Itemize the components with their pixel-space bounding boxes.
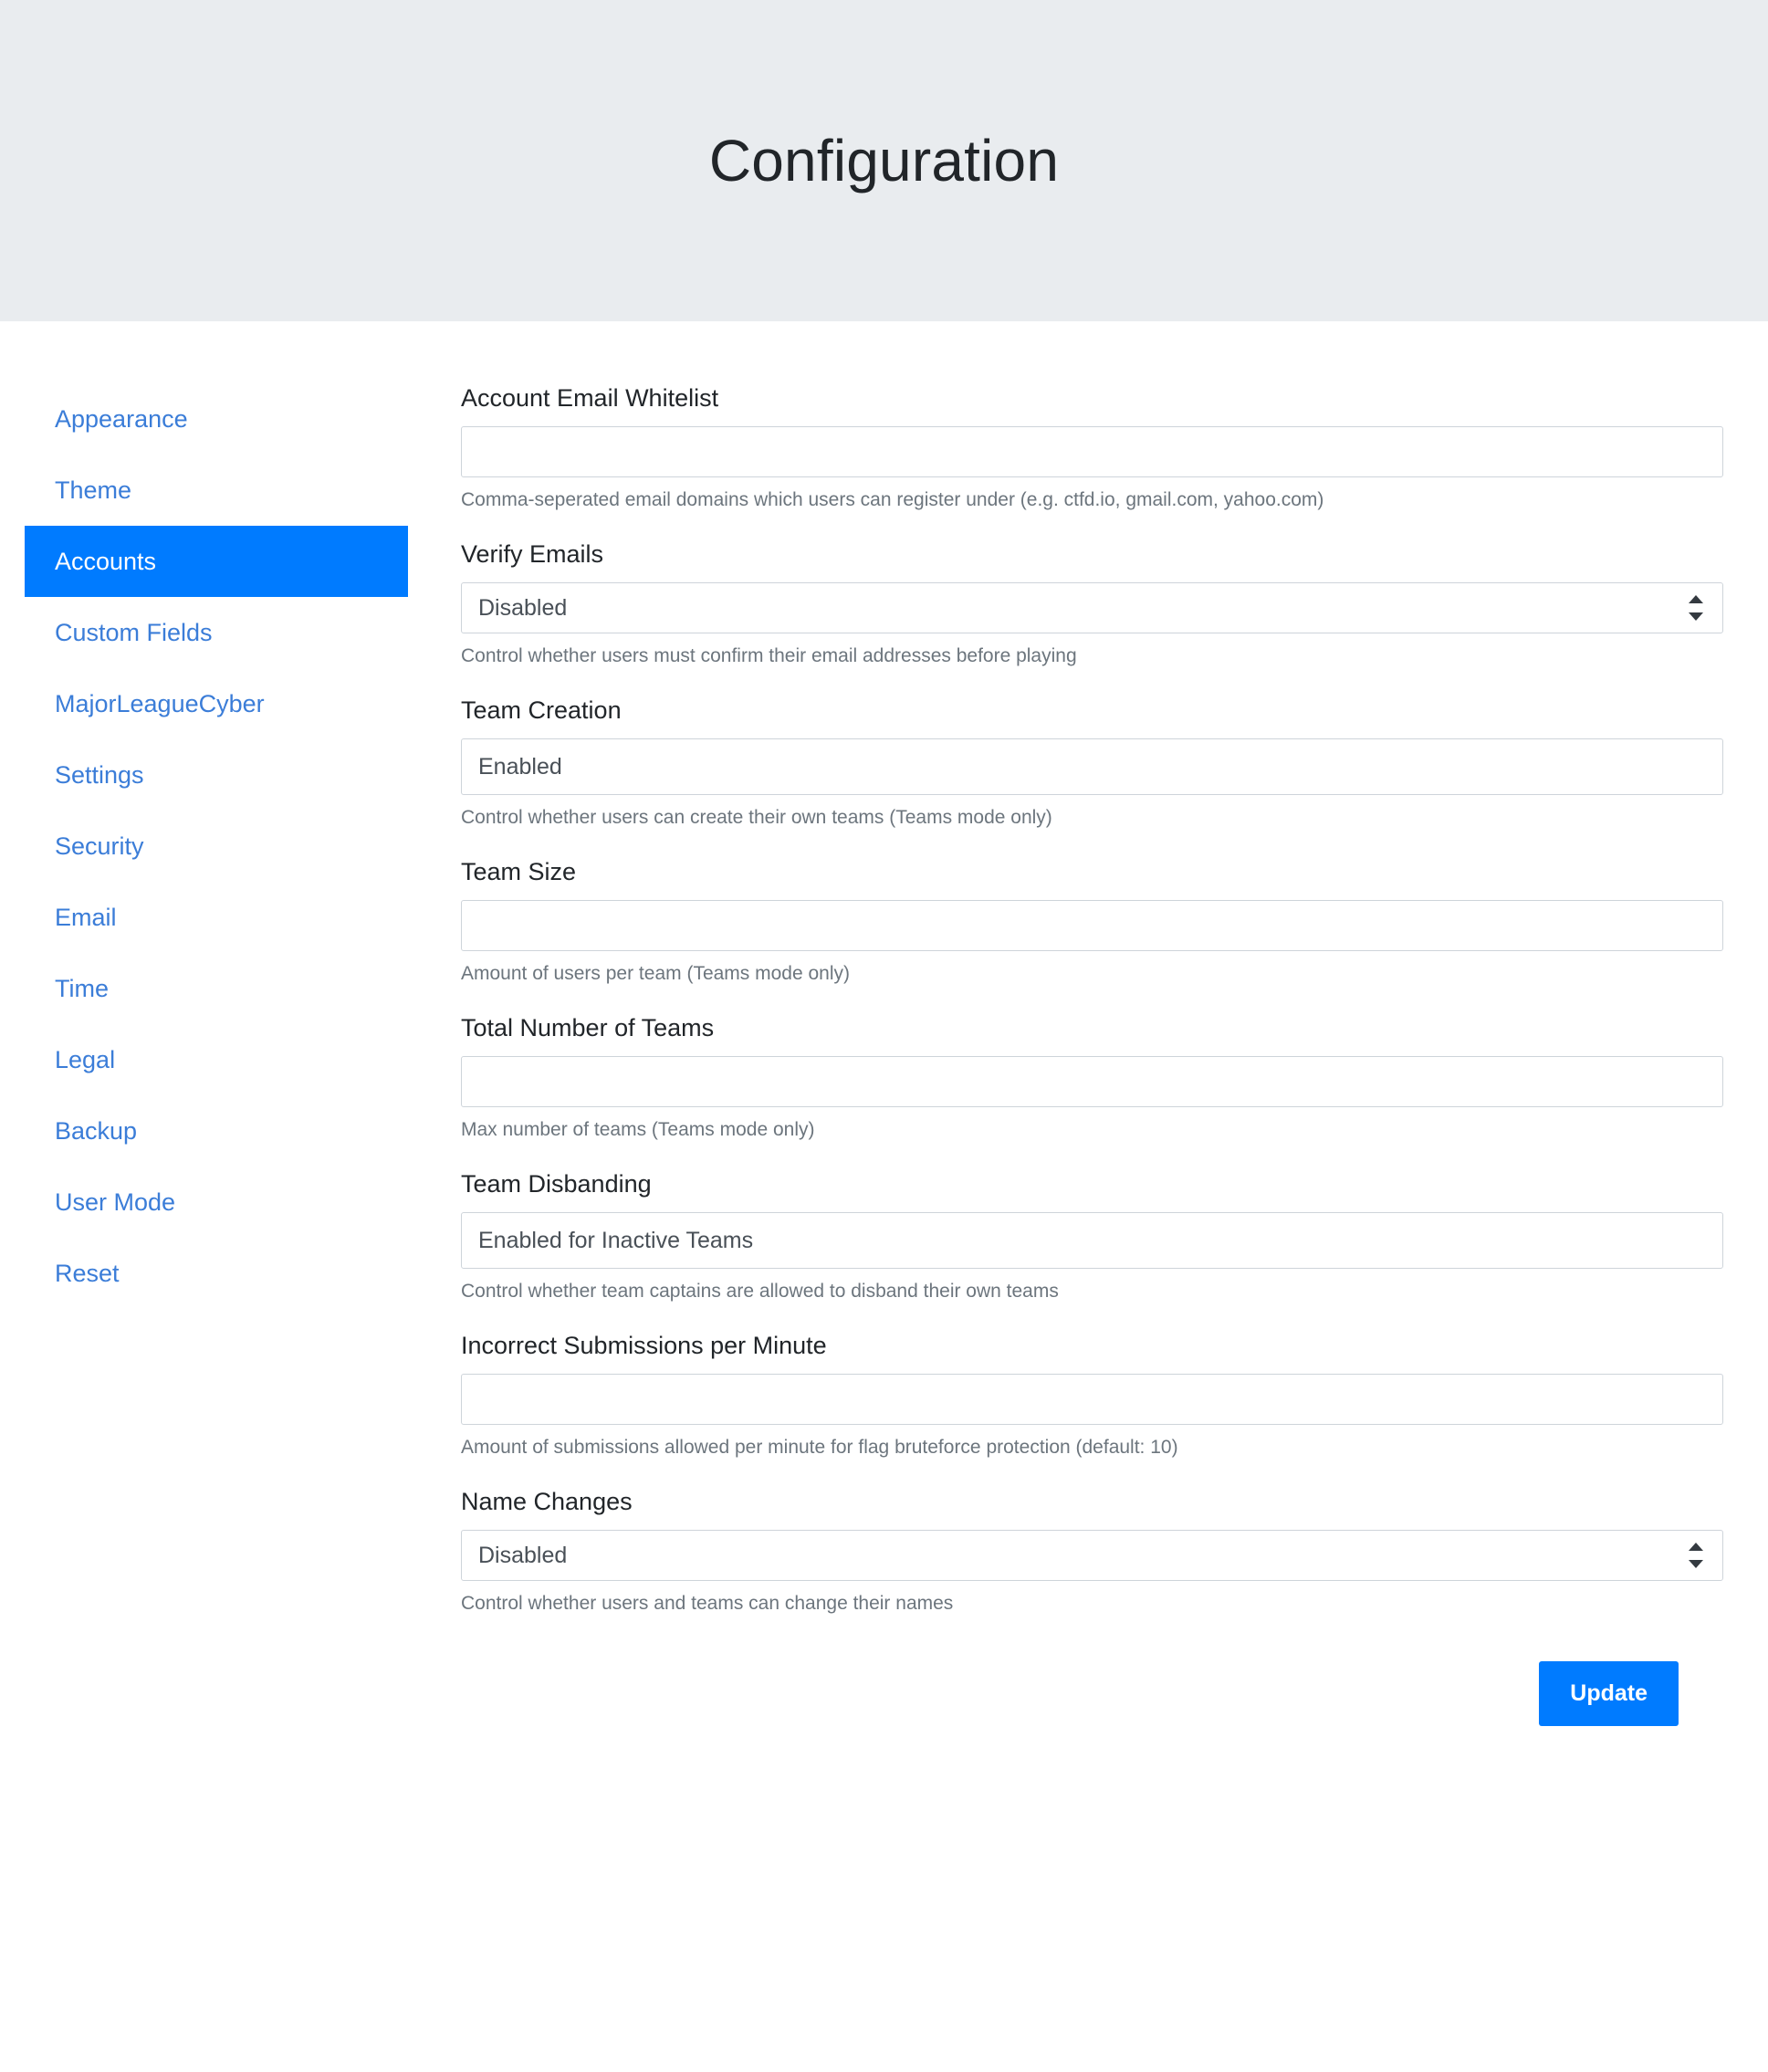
select-value-team-creation[interactable]: Enabled: [461, 738, 1723, 795]
sidebar-item: Appearance: [25, 383, 461, 455]
select-team-creation[interactable]: Enabled: [461, 738, 1723, 795]
page-title: Configuration: [709, 131, 1059, 190]
input-account-email-whitelist[interactable]: [461, 426, 1723, 477]
field-label-team-size: Team Size: [461, 857, 1679, 887]
sidebar-item-time[interactable]: Time: [25, 953, 408, 1024]
input-team-size[interactable]: [461, 900, 1723, 951]
sidebar-item-theme[interactable]: Theme: [25, 455, 408, 526]
help-text-total-number-of-teams: Max number of teams (Teams mode only): [461, 1117, 1679, 1142]
sidebar-nav-list: AppearanceThemeAccountsCustom FieldsMajo…: [25, 383, 461, 1309]
input-incorrect-submissions-per-minute[interactable]: [461, 1374, 1723, 1425]
page-header: Configuration: [0, 0, 1768, 321]
sidebar-item: Time: [25, 953, 461, 1024]
sidebar-item-email[interactable]: Email: [25, 882, 408, 953]
select-name-changes[interactable]: Disabled: [461, 1530, 1723, 1581]
sidebar-item: Legal: [25, 1024, 461, 1095]
field-label-team-creation: Team Creation: [461, 696, 1679, 726]
field-label-verify-emails: Verify Emails: [461, 539, 1679, 570]
form-group-verify-emails: Verify EmailsDisabledControl whether use…: [461, 539, 1679, 668]
select-value-verify-emails[interactable]: Disabled: [461, 582, 1723, 633]
sidebar-item-settings[interactable]: Settings: [25, 739, 408, 811]
sidebar-item-reset[interactable]: Reset: [25, 1238, 408, 1309]
sidebar-item: Security: [25, 811, 461, 882]
field-label-name-changes: Name Changes: [461, 1487, 1679, 1517]
select-verify-emails[interactable]: Disabled: [461, 582, 1723, 633]
fields-container: Account Email Whitelist Comma-seperated e…: [461, 383, 1679, 1616]
form-group-team-size: Team Size Amount of users per team (Teams…: [461, 857, 1679, 986]
sidebar-item-security[interactable]: Security: [25, 811, 408, 882]
sidebar-item-appearance[interactable]: Appearance: [25, 383, 408, 455]
form-group-name-changes: Name ChangesDisabledControl whether user…: [461, 1487, 1679, 1616]
form-group-incorrect-submissions-per-minute: Incorrect Submissions per Minute Amount o…: [461, 1331, 1679, 1460]
help-text-team-disbanding: Control whether team captains are allowe…: [461, 1279, 1679, 1303]
sidebar-item: Theme: [25, 455, 461, 526]
sidebar-item-user-mode[interactable]: User Mode: [25, 1167, 408, 1238]
select-value-team-disbanding[interactable]: Enabled for Inactive Teams: [461, 1212, 1723, 1269]
select-team-disbanding[interactable]: Enabled for Inactive Teams: [461, 1212, 1723, 1269]
form-group-team-creation: Team CreationEnabledControl whether user…: [461, 696, 1679, 830]
help-text-name-changes: Control whether users and teams can chan…: [461, 1591, 1679, 1616]
sidebar-item: MajorLeagueCyber: [25, 668, 461, 739]
select-value-name-changes[interactable]: Disabled: [461, 1530, 1723, 1581]
sidebar-item: Backup: [25, 1095, 461, 1167]
form-group-account-email-whitelist: Account Email Whitelist Comma-seperated e…: [461, 383, 1679, 512]
form-group-total-number-of-teams: Total Number of Teams Max number of teams…: [461, 1013, 1679, 1142]
settings-sidebar: AppearanceThemeAccountsCustom FieldsMajo…: [0, 383, 461, 1309]
sidebar-item: Accounts: [25, 526, 461, 597]
sidebar-item-custom-fields[interactable]: Custom Fields: [25, 597, 408, 668]
sidebar-item-backup[interactable]: Backup: [25, 1095, 408, 1167]
update-button[interactable]: Update: [1539, 1661, 1679, 1726]
accounts-settings-form: Account Email Whitelist Comma-seperated e…: [461, 383, 1723, 1726]
sidebar-item-legal[interactable]: Legal: [25, 1024, 408, 1095]
help-text-team-size: Amount of users per team (Teams mode onl…: [461, 961, 1679, 986]
page-body: AppearanceThemeAccountsCustom FieldsMajo…: [0, 321, 1768, 1726]
help-text-account-email-whitelist: Comma-seperated email domains which user…: [461, 487, 1679, 512]
field-label-team-disbanding: Team Disbanding: [461, 1169, 1679, 1199]
sidebar-item-majorleaguecyber[interactable]: MajorLeagueCyber: [25, 668, 408, 739]
sidebar-item: Custom Fields: [25, 597, 461, 668]
sidebar-item: Email: [25, 882, 461, 953]
form-footer: Update: [461, 1661, 1679, 1726]
help-text-incorrect-submissions-per-minute: Amount of submissions allowed per minute…: [461, 1435, 1679, 1460]
help-text-verify-emails: Control whether users must confirm their…: [461, 644, 1679, 668]
field-label-account-email-whitelist: Account Email Whitelist: [461, 383, 1679, 413]
help-text-team-creation: Control whether users can create their o…: [461, 805, 1679, 830]
field-label-incorrect-submissions-per-minute: Incorrect Submissions per Minute: [461, 1331, 1679, 1361]
sidebar-item: Settings: [25, 739, 461, 811]
sidebar-item: User Mode: [25, 1167, 461, 1238]
form-group-team-disbanding: Team DisbandingEnabled for Inactive Team…: [461, 1169, 1679, 1303]
field-label-total-number-of-teams: Total Number of Teams: [461, 1013, 1679, 1043]
sidebar-item-accounts[interactable]: Accounts: [25, 526, 408, 597]
input-total-number-of-teams[interactable]: [461, 1056, 1723, 1107]
sidebar-item: Reset: [25, 1238, 461, 1309]
